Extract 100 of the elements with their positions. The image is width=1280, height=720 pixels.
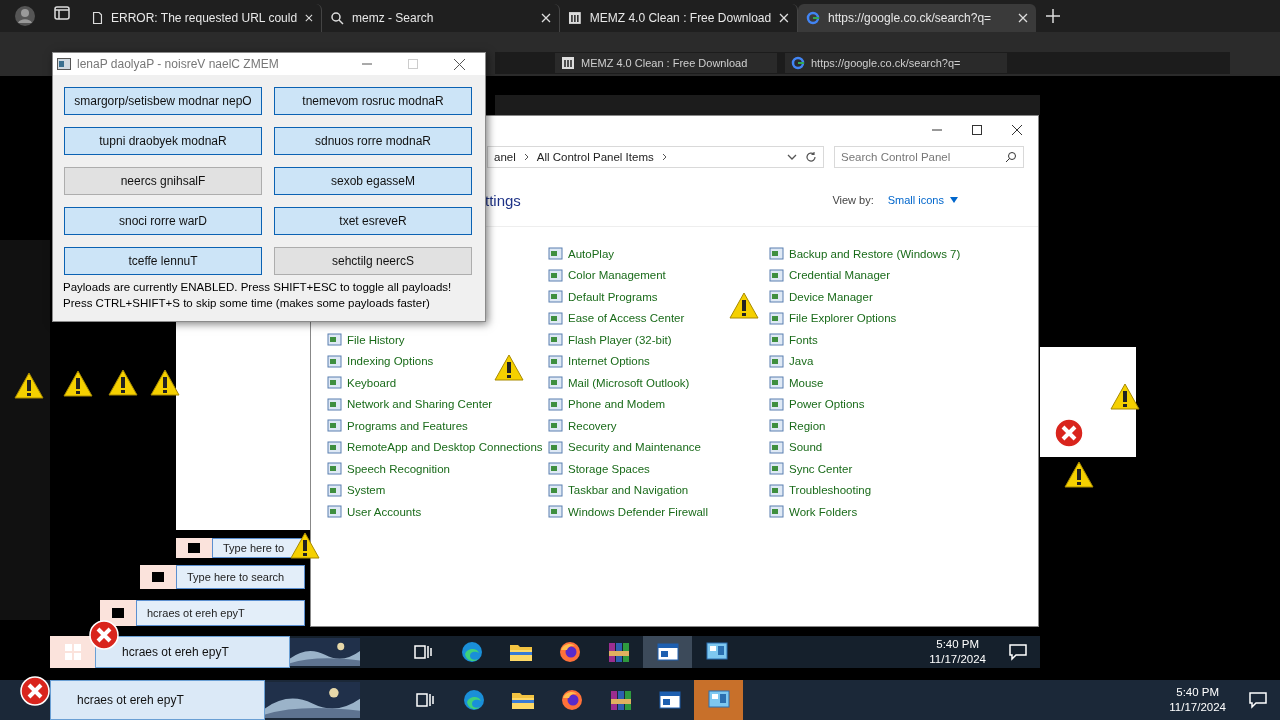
control-panel-item[interactable]: System (327, 479, 548, 501)
settings-item-icon (327, 353, 342, 369)
close-icon[interactable] (1012, 125, 1022, 135)
google-icon (806, 11, 820, 25)
control-panel-item[interactable]: Java (769, 350, 1019, 372)
control-panel-item[interactable]: Storage Spaces (548, 458, 769, 480)
warning-icon (494, 354, 524, 381)
payload-toggle-button[interactable]: smargorp/setisbew modnar nepO (64, 87, 262, 115)
control-panel-item[interactable]: Mouse (769, 372, 1019, 394)
control-panel-item[interactable]: Internet Options (548, 350, 769, 372)
control-panel-item[interactable]: Backup and Restore (Windows 7) (769, 243, 1019, 265)
payload-toggle-button[interactable]: tupni draobyek modnaR (64, 127, 262, 155)
settings-item-icon (769, 353, 784, 369)
payload-toggle-button[interactable]: tnemevom rosruc modnaR (274, 87, 472, 115)
control-panel-item[interactable]: Sync Center (769, 458, 1019, 480)
settings-item-icon (769, 461, 784, 477)
tabs-icon[interactable] (54, 5, 70, 21)
taskbar-search-field[interactable]: hcraes ot ereh epyT (95, 636, 290, 668)
control-panel-item[interactable]: Indexing Options (327, 350, 548, 372)
maximize-icon[interactable] (972, 125, 982, 135)
settings-item-icon (548, 246, 563, 262)
control-panel-item[interactable]: Sound (769, 436, 1019, 458)
control-panel-item[interactable]: Troubleshooting (769, 479, 1019, 501)
window-title: lenaP daolyaP - noisreV naelC ZMEM (77, 57, 280, 71)
control-panel-item[interactable]: Default Programs (548, 286, 769, 308)
payload-toggle-button[interactable]: neercs gnihsalF (64, 167, 262, 195)
control-panel-item[interactable]: Flash Player (32-bit) (548, 329, 769, 351)
settings-item-icon (769, 418, 784, 434)
control-panel-item[interactable]: User Accounts (327, 501, 548, 523)
windows-start-icon (112, 608, 124, 618)
browser-tab[interactable]: https://google.co.ck/search?q= (798, 4, 1036, 32)
taskbar-search-field[interactable]: hcraes ot ereh epyT (50, 680, 265, 720)
notification-icon[interactable] (1248, 691, 1268, 709)
control-panel-item[interactable]: Color Management (548, 264, 769, 286)
edge-icon (461, 688, 486, 712)
breadcrumb-item[interactable]: anel (494, 151, 516, 163)
warning-icon (63, 370, 93, 397)
profile-icon[interactable] (14, 5, 36, 27)
settings-item-icon (548, 504, 563, 520)
taskbar-clock[interactable]: 5:40 PM 11/17/2024 (1159, 685, 1236, 715)
close-icon[interactable] (454, 58, 465, 70)
settings-item-icon (769, 439, 784, 455)
settings-item-icon (548, 267, 563, 283)
control-panel-item[interactable]: Keyboard (327, 372, 548, 394)
breadcrumb-item[interactable]: All Control Panel Items (536, 151, 654, 163)
refresh-icon[interactable] (805, 151, 817, 163)
control-panel-item[interactable]: Mail (Microsoft Outlook) (548, 372, 769, 394)
folder-icon (508, 642, 533, 662)
new-tab-icon[interactable] (1046, 9, 1060, 23)
payload-toggle-button[interactable]: sdnuos rorre modnaR (274, 127, 472, 155)
settings-item-icon (548, 289, 563, 305)
control-panel-item[interactable]: Device Manager (769, 286, 1019, 308)
dropdown-arrow-icon (950, 197, 958, 203)
payload-toggle-button[interactable]: snoci rorre warD (64, 207, 262, 235)
search-field[interactable]: hcraes ot ereh epyT (136, 600, 305, 626)
settings-item-icon (548, 332, 563, 348)
control-panel-item[interactable]: AutoPlay (548, 243, 769, 265)
control-panel-item[interactable]: File Explorer Options (769, 307, 1019, 329)
control-panel-item[interactable]: Speech Recognition (327, 458, 548, 480)
control-panel-icon (705, 642, 728, 662)
taskbar-clock[interactable]: 5:40 PM 11/17/2024 (919, 637, 996, 667)
payload-toggle-button[interactable]: sehctilg neercS (274, 247, 472, 275)
search-field[interactable]: Search Control Panel (834, 146, 1024, 168)
firefox-icon (557, 640, 582, 664)
search-field[interactable]: Type here to search (176, 565, 305, 589)
breadcrumb-bar[interactable]: anel All Control Panel Items (487, 146, 824, 168)
control-panel-item[interactable]: Windows Defender Firewall (548, 501, 769, 523)
notification-icon[interactable] (1008, 643, 1028, 661)
settings-item-icon (769, 310, 784, 326)
control-panel-item[interactable]: Region (769, 415, 1019, 437)
chevron-down-icon[interactable] (787, 154, 797, 160)
taskbar-app-button[interactable] (643, 636, 692, 668)
control-panel-item[interactable]: Power Options (769, 393, 1019, 415)
control-panel-item[interactable]: Fonts (769, 329, 1019, 351)
archive-icon (561, 56, 575, 70)
control-panel-item[interactable]: Security and Maintenance (548, 436, 769, 458)
warning-icon (14, 372, 44, 399)
control-panel-item[interactable]: Taskbar and Navigation (548, 479, 769, 501)
settings-item-icon (769, 246, 784, 262)
payload-toggle-button[interactable]: tceffe lennuT (64, 247, 262, 275)
control-panel-item[interactable]: File History (327, 329, 548, 351)
control-panel-item[interactable]: RemoteApp and Desktop Connections (327, 436, 548, 458)
control-panel-item[interactable]: Programs and Features (327, 415, 548, 437)
control-panel-item[interactable]: Work Folders (769, 501, 1019, 523)
browser-tab[interactable]: MEMZ 4.0 Clean : Free Download (555, 53, 777, 73)
control-panel-item[interactable]: Ease of Access Center (548, 307, 769, 329)
view-by-dropdown[interactable]: Small icons (887, 194, 958, 206)
control-panel-item[interactable]: Credential Manager (769, 264, 1019, 286)
settings-item-icon (327, 482, 342, 498)
browser-tab[interactable]: https://google.co.ck/search?q= (785, 53, 1007, 73)
settings-item-icon (327, 439, 342, 455)
warning-icon (1064, 461, 1094, 488)
error-icon (20, 676, 50, 706)
payload-toggle-button[interactable]: sexob egasseM (274, 167, 472, 195)
control-panel-item[interactable]: Phone and Modem (548, 393, 769, 415)
payload-toggle-button[interactable]: txet esreveR (274, 207, 472, 235)
control-panel-item[interactable]: Network and Sharing Center (327, 393, 548, 415)
control-panel-item[interactable]: Recovery (548, 415, 769, 437)
windows-start-icon (64, 644, 81, 660)
settings-item-icon (327, 504, 342, 520)
